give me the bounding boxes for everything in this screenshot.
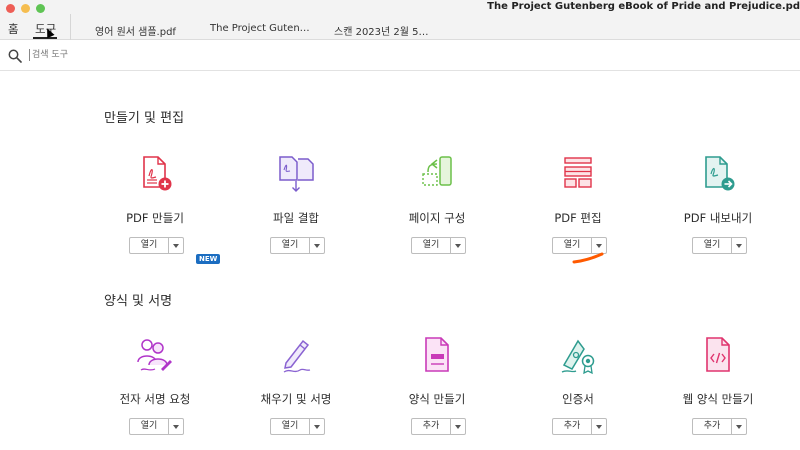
- title-bar: The Project Gutenberg eBook of Pride and…: [0, 0, 800, 40]
- open-button-label[interactable]: 열기: [271, 419, 310, 434]
- tool-fill-sign[interactable]: 채우기 및 서명 열기: [226, 335, 366, 450]
- tool-label: 인증서: [562, 392, 594, 406]
- open-button[interactable]: 열기: [270, 418, 325, 435]
- tool-label: 양식 만들기: [408, 392, 466, 406]
- request-signatures-icon: [137, 339, 172, 371]
- tab-home[interactable]: 홈: [8, 21, 19, 37]
- doc-tab-3[interactable]: 스캔 2023년 2월 5…: [334, 23, 429, 38]
- tool-organize-pages[interactable]: 페이지 구성 열기: [367, 154, 507, 274]
- chevron-down-icon[interactable]: [592, 419, 606, 434]
- chevron-down-icon[interactable]: [310, 419, 324, 434]
- annotation-stroke: [572, 252, 604, 264]
- tool-request-signatures[interactable]: 전자 서명 요청 열기: [85, 335, 225, 450]
- search-bar: [0, 41, 800, 71]
- fill-sign-icon: [283, 339, 311, 373]
- tool-label: 파일 결합: [273, 211, 319, 225]
- section-title-create-edit: 만들기 및 편집: [104, 111, 185, 126]
- add-button-label[interactable]: 추가: [693, 419, 732, 434]
- doc-tab-2[interactable]: The Project Guten…: [210, 23, 310, 34]
- web-form-icon: [706, 337, 730, 372]
- certificates-icon: [561, 339, 595, 375]
- open-button-label[interactable]: 열기: [693, 238, 732, 253]
- open-button-label[interactable]: 열기: [412, 238, 451, 253]
- minimize-window-button[interactable]: [21, 4, 30, 13]
- combine-files-icon: [279, 156, 314, 192]
- organize-pages-icon: [422, 156, 452, 186]
- export-pdf-icon: [705, 156, 735, 191]
- open-button-label[interactable]: 열기: [130, 419, 169, 434]
- chevron-down-icon[interactable]: [169, 238, 183, 253]
- window-title: The Project Gutenberg eBook of Pride and…: [487, 1, 800, 12]
- tool-prepare-form[interactable]: 양식 만들기 추가: [367, 335, 507, 450]
- active-tab-indicator: [33, 37, 57, 39]
- chevron-down-icon[interactable]: [169, 419, 183, 434]
- chevron-down-icon[interactable]: [451, 238, 465, 253]
- tool-label: PDF 만들기: [126, 211, 184, 225]
- zoom-window-button[interactable]: [36, 4, 45, 13]
- edit-pdf-icon: [564, 157, 592, 188]
- tool-label: 웹 양식 만들기: [682, 392, 754, 406]
- tool-label: PDF 내보내기: [683, 211, 753, 225]
- add-button[interactable]: 추가: [411, 418, 466, 435]
- add-button[interactable]: 추가: [552, 418, 607, 435]
- new-badge: NEW: [196, 254, 221, 264]
- tool-combine-files[interactable]: 파일 결합 열기: [226, 154, 366, 274]
- open-button-label[interactable]: 열기: [130, 238, 169, 253]
- add-button[interactable]: 추가: [692, 418, 747, 435]
- open-button[interactable]: 열기: [270, 237, 325, 254]
- doc-tab-1[interactable]: 영어 원서 샘플.pdf: [95, 23, 176, 38]
- open-button[interactable]: 열기: [411, 237, 466, 254]
- tool-export-pdf[interactable]: PDF 내보내기 열기: [648, 154, 788, 274]
- chevron-down-icon[interactable]: [732, 238, 746, 253]
- prepare-form-icon: [425, 337, 449, 372]
- open-button-label[interactable]: 열기: [271, 238, 310, 253]
- open-button[interactable]: 열기: [692, 237, 747, 254]
- search-tools-input[interactable]: [29, 49, 229, 61]
- tool-certificates[interactable]: 인증서 추가: [508, 335, 648, 450]
- tool-label: 페이지 구성: [408, 211, 466, 225]
- tool-web-form[interactable]: 웹 양식 만들기 추가: [648, 335, 788, 450]
- tool-label: 채우기 및 서명: [260, 392, 332, 406]
- tool-label: 전자 서명 요청: [119, 392, 191, 406]
- chevron-down-icon[interactable]: [310, 238, 324, 253]
- search-icon[interactable]: [8, 49, 22, 63]
- add-button-label[interactable]: 추가: [553, 419, 592, 434]
- open-button[interactable]: 열기: [129, 418, 184, 435]
- add-button-label[interactable]: 추가: [412, 419, 451, 434]
- tool-label: PDF 편집: [554, 211, 602, 225]
- chevron-down-icon[interactable]: [732, 419, 746, 434]
- chevron-down-icon[interactable]: [451, 419, 465, 434]
- section-title-forms-signatures: 양식 및 서명: [104, 294, 173, 309]
- create-pdf-icon: [143, 156, 172, 191]
- window-controls: [6, 4, 45, 13]
- close-window-button[interactable]: [6, 4, 15, 13]
- open-button[interactable]: 열기: [129, 237, 184, 254]
- tab-divider: [70, 14, 71, 40]
